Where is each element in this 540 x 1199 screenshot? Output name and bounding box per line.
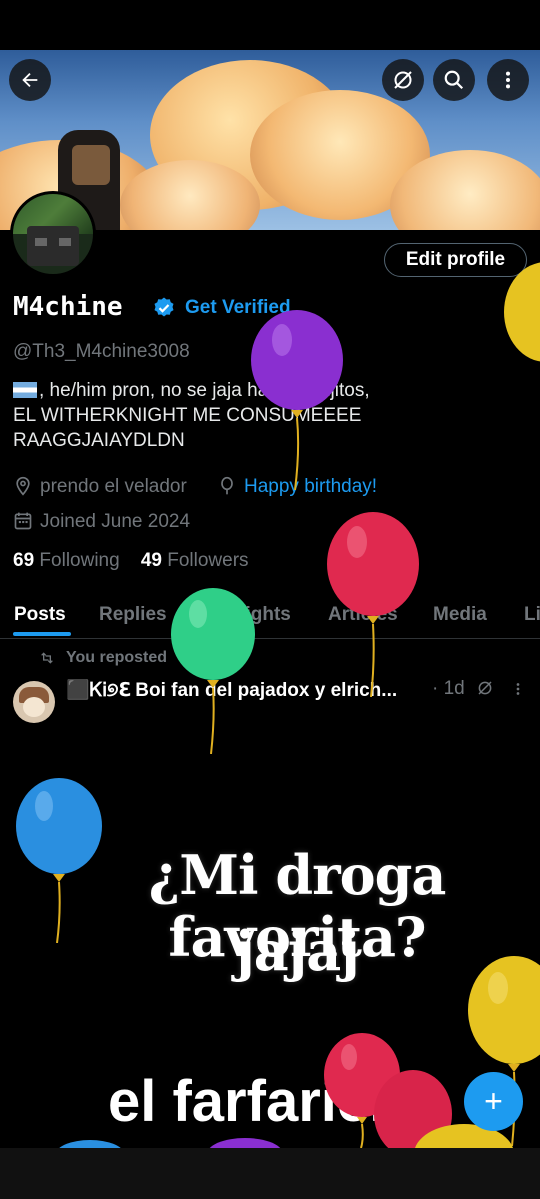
following-link[interactable]: 69 Following — [13, 550, 120, 571]
display-name: M4chine — [13, 292, 123, 322]
grok-icon — [394, 71, 412, 89]
grok-icon[interactable] — [476, 679, 494, 697]
system-navigation-bar — [0, 1148, 540, 1199]
grok-button[interactable] — [382, 59, 424, 101]
joined-date: Joined June 2024 — [40, 511, 191, 532]
yellow-balloon-icon — [504, 262, 540, 362]
tab-lists[interactable]: Li — [524, 604, 540, 626]
tab-posts[interactable]: Posts — [14, 604, 66, 626]
follow-stats: 69 Following 49 Followers — [13, 550, 249, 572]
arrow-left-icon — [22, 72, 38, 88]
location-text: prendo el velador — [40, 476, 187, 497]
more-vertical-icon — [505, 71, 511, 89]
green-balloon-icon — [171, 588, 255, 754]
calendar-icon — [14, 512, 32, 530]
profile-avatar[interactable] — [10, 191, 96, 277]
purple-balloon-icon — [251, 310, 343, 490]
post-more-icon[interactable] — [512, 680, 524, 698]
search-icon — [444, 70, 464, 90]
back-button[interactable] — [9, 59, 51, 101]
followers-count: 49 — [140, 550, 162, 571]
post-media[interactable]: ¿Mi droga favorita? jajaj el farfarich — [68, 732, 526, 1152]
post-time-value: 1d — [443, 678, 465, 699]
post-timestamp: · 1d — [432, 678, 465, 700]
followers-link[interactable]: 49 Followers — [141, 550, 249, 571]
blue-balloon-icon — [59, 1140, 121, 1148]
tab-media[interactable]: Media — [433, 604, 487, 626]
meme-caption-middle: jajaj — [235, 919, 360, 983]
location-icon — [16, 476, 30, 496]
balloon-icon — [221, 476, 233, 495]
compose-button[interactable]: + — [464, 1072, 523, 1131]
purple-balloon-icon — [209, 1138, 281, 1148]
tab-replies[interactable]: Replies — [99, 604, 167, 626]
profile-tabs: Posts Replies Highlights Articles Media … — [0, 600, 540, 639]
argentina-flag-icon — [13, 382, 37, 398]
repost-icon — [41, 652, 53, 664]
verified-badge-icon[interactable] — [152, 296, 176, 320]
separator-dot: · — [432, 678, 439, 699]
red-balloon-icon — [327, 512, 419, 697]
following-label: Following — [39, 550, 120, 571]
repost-label: You reposted — [66, 649, 168, 666]
user-handle: @Th3_M4chine3008 — [13, 341, 190, 362]
search-button[interactable] — [433, 59, 475, 101]
more-button[interactable] — [487, 59, 529, 101]
blue-balloon-icon — [16, 778, 102, 943]
post-author-avatar[interactable] — [13, 681, 55, 723]
following-count: 69 — [13, 550, 35, 571]
active-tab-indicator — [13, 632, 71, 636]
followers-label: Followers — [167, 550, 249, 571]
